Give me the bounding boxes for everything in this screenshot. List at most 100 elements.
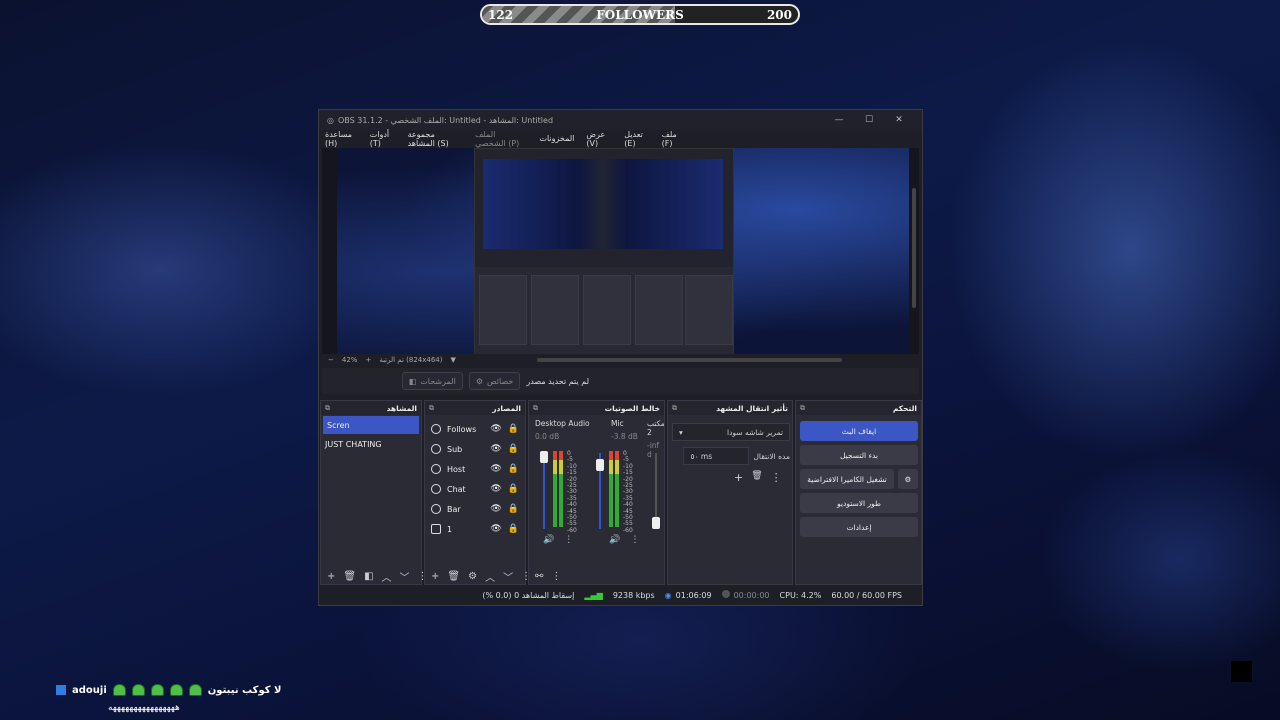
properties-button[interactable]: ⚙ خصائص	[468, 372, 521, 390]
virtual-camera-settings[interactable]: ⚙	[898, 469, 918, 489]
menu-edit[interactable]: تعديل (E)	[624, 130, 649, 148]
popout-icon[interactable]: ⧉	[429, 404, 434, 413]
filter-icon[interactable]: ◧	[364, 571, 373, 582]
menu-help[interactable]: مساعدة (H)	[325, 130, 358, 148]
volume-slider[interactable]	[596, 459, 604, 471]
menu-tools[interactable]: أدوات (T)	[370, 130, 396, 148]
bitrate: 9238 kbps	[612, 590, 655, 600]
eye-icon[interactable]: 👁	[490, 504, 501, 514]
chevron-up-icon[interactable]: ︿	[382, 569, 392, 584]
mixer-channel: Desktop Audio 0.0 dB	[535, 419, 590, 441]
trash-icon[interactable]: 🗑	[447, 571, 460, 582]
eye-icon[interactable]: 👁	[490, 444, 501, 454]
globe-icon	[431, 484, 441, 494]
source-toolbar: لم يتم تحديد مصدر ⚙ خصائص ◧ المرشحات	[322, 368, 919, 394]
zoom-dropdown-icon[interactable]: ▼	[450, 356, 455, 364]
fps: 60.00 / 60.00 FPS	[831, 590, 902, 600]
scenes-dock: المشاهد ⧉ Scren JUST CHATING + 🗑 ◧ ︿ ﹀ ⋮	[320, 400, 428, 585]
source-name: Host	[447, 464, 466, 474]
followers-goal: 200	[766, 7, 792, 22]
channel-name: Desktop Audio	[535, 419, 590, 428]
mixer-title: خالط الصوتيات	[604, 403, 660, 413]
source-name: Bar	[447, 504, 461, 514]
zoom-out-icon[interactable]: −	[328, 356, 334, 364]
add-icon[interactable]: +	[327, 571, 335, 582]
menu-view[interactable]: عرض (V)	[586, 130, 612, 148]
source-item[interactable]: Host 👁 🔒	[425, 459, 525, 479]
controls-title: التحكم	[892, 403, 917, 413]
lock-icon[interactable]: 🔒	[508, 504, 519, 514]
link-icon[interactable]: ⚯	[535, 571, 543, 582]
filters-label: المرشحات	[420, 376, 456, 386]
speaker-icon[interactable]: 🔊	[609, 535, 620, 545]
monitor-icon	[431, 524, 441, 534]
studio-mode-button[interactable]: طور الاستوديو	[800, 493, 918, 513]
preview-scrollbar-h[interactable]	[537, 358, 842, 362]
speaker-icon[interactable]: 🔊	[543, 535, 554, 545]
more-icon[interactable]: ⋮	[551, 571, 561, 582]
minimize-button[interactable]: —	[824, 115, 854, 125]
more-icon[interactable]: ⋮	[771, 471, 782, 484]
virtual-camera-button[interactable]: تشغيل الكاميرا الافتراضية	[800, 469, 894, 489]
source-item[interactable]: Bar 👁 🔒	[425, 499, 525, 519]
lock-icon[interactable]: 🔒	[508, 484, 519, 494]
trash-icon[interactable]: 🗑	[751, 471, 762, 484]
transition-select[interactable]: تمرير شاشه سودا ▾	[672, 423, 790, 441]
menu-profile[interactable]: الملف الشخصي (P)	[475, 130, 527, 148]
eye-icon[interactable]: 👁	[490, 464, 501, 474]
user-badge-icon	[56, 685, 66, 695]
channel-db: 0.0 dB	[535, 432, 560, 441]
lock-icon[interactable]: 🔒	[508, 464, 519, 474]
preview-scrollbar-v[interactable]	[912, 188, 916, 308]
start-recording-button[interactable]: بدء التسجيل	[800, 445, 918, 465]
settings-button[interactable]: إعدادات	[800, 517, 918, 537]
add-icon[interactable]: +	[734, 471, 743, 484]
gear-icon[interactable]: ⚙	[468, 571, 477, 582]
chevron-down-icon[interactable]: ﹀	[400, 569, 410, 584]
add-icon[interactable]: +	[431, 571, 439, 582]
scene-item[interactable]: Scren	[323, 416, 419, 434]
followers-label: FOLLOWERS	[596, 7, 684, 22]
eye-icon[interactable]: 👁	[490, 424, 501, 434]
trash-icon[interactable]: 🗑	[343, 571, 356, 582]
source-item[interactable]: 1 👁 🔒	[425, 519, 525, 539]
emote-icon	[188, 684, 202, 696]
popout-icon[interactable]: ⧉	[800, 404, 805, 413]
more-icon[interactable]: ⋮	[564, 535, 573, 545]
volume-slider[interactable]	[540, 451, 548, 463]
source-item[interactable]: Sub 👁 🔒	[425, 439, 525, 459]
properties-label: خصائص	[486, 376, 514, 386]
source-item[interactable]: Chat 👁 🔒	[425, 479, 525, 499]
lock-icon[interactable]: 🔒	[508, 424, 519, 434]
stop-streaming-button[interactable]: ايقاف البث	[800, 421, 918, 441]
preview-canvas[interactable]	[322, 148, 919, 366]
volume-slider[interactable]	[652, 517, 660, 529]
menu-docks[interactable]: المخزونات	[539, 134, 574, 143]
emote-icon	[150, 684, 164, 696]
chevron-up-icon[interactable]: ︿	[485, 569, 495, 584]
popout-icon[interactable]: ⧉	[672, 404, 677, 413]
source-item[interactable]: Follows 👁 🔒	[425, 419, 525, 439]
scenes-title: المشاهد	[386, 403, 417, 413]
transitions-title: تأثير انتقال المشهد	[716, 403, 788, 413]
maximize-button[interactable]: ☐	[854, 115, 884, 125]
chevron-down-icon: ▾	[679, 427, 683, 437]
more-icon[interactable]: ⋮	[630, 535, 639, 545]
menu-file[interactable]: ملف (F)	[662, 130, 684, 148]
emote-icon	[169, 684, 183, 696]
menu-scene-collection[interactable]: مجموعة المشاهد (S)	[408, 130, 464, 148]
eye-icon[interactable]: 👁	[490, 484, 501, 494]
mixer-footer: ⚯ ⋮	[529, 568, 664, 584]
duration-input[interactable]: ٥٠ ms	[683, 447, 750, 465]
popout-icon[interactable]: ⧉	[325, 404, 330, 413]
scene-item[interactable]: JUST CHATING	[321, 435, 421, 453]
popout-icon[interactable]: ⧉	[533, 404, 538, 413]
lock-icon[interactable]: 🔒	[508, 444, 519, 454]
gear-icon: ⚙	[475, 376, 483, 386]
eye-icon[interactable]: 👁	[490, 524, 501, 534]
lock-icon[interactable]: 🔒	[508, 524, 519, 534]
close-button[interactable]: ✕	[884, 115, 914, 125]
chevron-down-icon[interactable]: ﹀	[503, 569, 513, 584]
filters-button[interactable]: ◧ المرشحات	[401, 372, 463, 390]
zoom-in-icon[interactable]: +	[365, 356, 371, 364]
